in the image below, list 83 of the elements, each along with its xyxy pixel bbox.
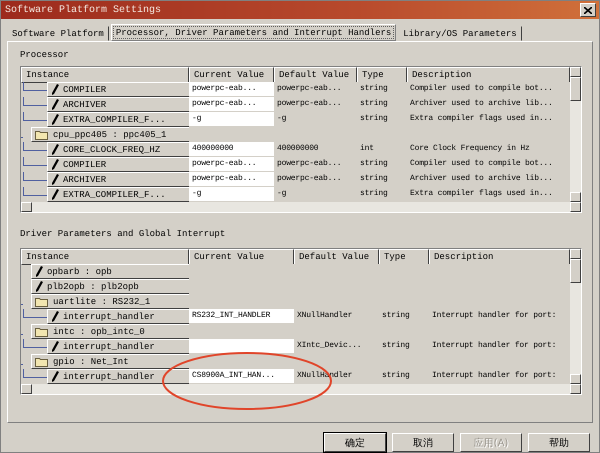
pencil-icon [35,281,43,292]
tree-node[interactable]: COMPILER [47,157,189,172]
node-label: uartlite : RS232_1 [53,296,150,306]
pencil-icon [51,144,59,155]
vertical-scrollbar[interactable] [570,249,581,384]
tree-line [23,97,47,106]
tree-line [23,82,47,91]
section-heading: Processor [20,50,70,60]
dialog-button[interactable]: 确定 [324,433,386,452]
tree-node[interactable]: interrupt_handler [47,339,189,354]
node-label: opbarb : opb [47,266,112,276]
value-field[interactable]: powerpc-eab... [189,97,274,112]
close-icon [584,6,592,14]
pencil-icon [51,84,59,95]
node-label: EXTRA_COMPILER_F... [63,114,166,124]
pencil-icon [51,341,59,352]
node-label: cpu_ppc405 : ppc405_1 [53,130,166,140]
tree-node[interactable]: EXTRA_COMPILER_F... [47,187,189,202]
tree-node[interactable]: cpu_ppc405 : ppc405_1 [31,127,189,142]
tree-line [23,112,47,121]
tree-line [23,157,47,166]
pencil-icon [51,99,59,110]
node-label: interrupt_handler [63,312,155,322]
tree-node[interactable]: interrupt_handler [47,369,189,384]
tree-node[interactable]: uartlite : RS232_1 [31,294,189,309]
pencil-icon [51,114,59,125]
close-button[interactable] [580,3,596,17]
tree-node[interactable]: interrupt_handler [47,309,189,324]
pencil-icon [35,266,43,277]
value-field[interactable]: -g [189,187,274,202]
tree-node[interactable]: opbarb : opb [31,264,189,279]
horizontal-scrollbar[interactable] [21,202,581,212]
node-label: ARCHIVER [63,174,106,184]
value-field[interactable]: 400000000 [189,142,274,157]
pencil-icon [51,159,59,170]
folder-icon [35,130,49,140]
node-label: gpio : Net_Int [53,356,129,366]
pencil-icon [51,189,59,200]
section-heading: Driver Parameters and Global Interrupt [20,229,226,239]
node-label: CORE_CLOCK_FREQ_HZ [63,144,160,154]
folder-icon [35,326,49,336]
node-label: COMPILER [63,84,106,94]
node-label: COMPILER [63,160,106,170]
column-header[interactable]: Instance [21,67,189,83]
node-label: interrupt_handler [63,372,155,382]
tree-node[interactable]: plb2opb : plb2opb [31,279,189,294]
column-header[interactable]: Instance [21,249,189,265]
pencil-icon [51,174,59,185]
vertical-scrollbar[interactable] [570,67,581,202]
horizontal-scrollbar[interactable] [21,384,581,394]
tree-line [23,142,47,151]
value-field[interactable]: -g [189,112,274,127]
dialog-button[interactable]: 取消 [392,433,454,452]
value-field[interactable]: CS8900A_INT_HAN... [189,369,294,384]
tree-node[interactable]: ARCHIVER [47,97,189,112]
pencil-icon [51,371,59,382]
node-label: ARCHIVER [63,100,106,110]
tree-line [23,172,47,181]
tree-line [23,339,47,348]
node-label: intc : opb_intc_0 [53,326,145,336]
folder-icon [35,356,49,366]
node-label: interrupt_handler [63,342,155,352]
value-field[interactable] [189,339,294,354]
tree-node[interactable]: EXTRA_COMPILER_F... [47,112,189,127]
tab[interactable]: Processor, Driver Parameters and Interrupt Handlers [110,24,396,41]
value-field[interactable]: powerpc-eab... [189,172,274,187]
tree-line [23,187,47,196]
tree-node[interactable]: COMPILER [47,82,189,97]
tree-node[interactable]: gpio : Net_Int [31,354,189,369]
tree-node[interactable]: ARCHIVER [47,172,189,187]
folder-icon [35,296,49,306]
pencil-icon [51,311,59,322]
dialog-button[interactable]: 帮助 [528,433,590,452]
tree-line [23,369,47,378]
window-title: Software Platform Settings [5,4,162,16]
value-field[interactable]: RS232_INT_HANDLER [189,309,294,324]
value-field[interactable]: powerpc-eab... [189,82,274,97]
tree-node[interactable]: CORE_CLOCK_FREQ_HZ [47,142,189,157]
value-field[interactable]: powerpc-eab... [189,157,274,172]
node-label: plb2opb : plb2opb [47,282,139,292]
tree-line [23,309,47,318]
tree-node[interactable]: intc : opb_intc_0 [31,324,189,339]
node-label: EXTRA_COMPILER_F... [63,190,166,200]
